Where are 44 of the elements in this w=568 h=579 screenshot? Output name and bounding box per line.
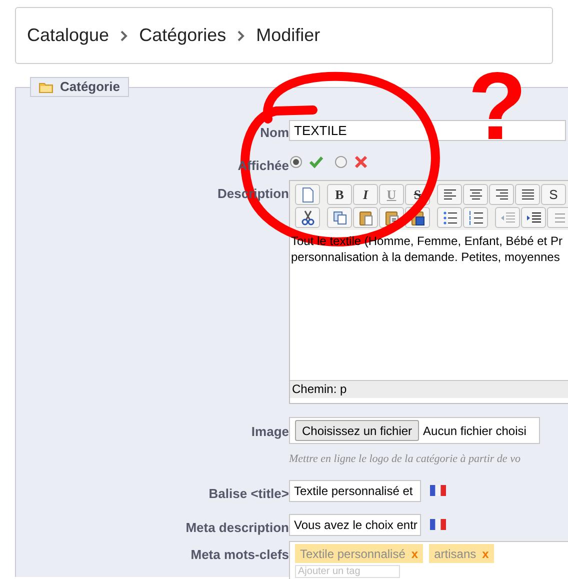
text-line: personnalisation à la demande. Petites, moyennes bbox=[291, 249, 560, 265]
radio-button[interactable] bbox=[335, 156, 347, 168]
toolbar-button[interactable]: I bbox=[353, 184, 378, 205]
choose-file-button[interactable]: Choisissez un fichier bbox=[295, 420, 420, 441]
field-label: Meta mots-clefs bbox=[190, 546, 289, 564]
field-label: Meta description bbox=[186, 519, 289, 537]
breadcrumb-item[interactable]: Catégories bbox=[139, 22, 226, 49]
legend-title: Catégorie bbox=[60, 78, 120, 96]
clipboard-icon bbox=[382, 208, 400, 226]
field-label: Image bbox=[251, 423, 289, 441]
tag-label: Textile personnalisé bbox=[300, 546, 406, 562]
toolbar-button[interactable]: S bbox=[541, 184, 566, 205]
file-status: Aucun fichier choisi bbox=[423, 422, 526, 440]
folder-icon bbox=[39, 82, 53, 92]
field-hint: Mettre en ligne le logo de la catégorie à partir de vo bbox=[289, 452, 520, 467]
toolbar-button[interactable] bbox=[489, 184, 514, 205]
breadcrumb-item[interactable]: Catalogue bbox=[27, 22, 110, 49]
toolbar-button[interactable] bbox=[437, 184, 462, 205]
numbered-list-icon bbox=[466, 208, 484, 226]
bullet-list-icon bbox=[440, 208, 458, 226]
breadcrumb-item[interactable]: Modifier bbox=[256, 22, 320, 49]
tag-label: artisans bbox=[434, 546, 476, 562]
toolbar-button[interactable] bbox=[521, 207, 546, 228]
toolbar-button[interactable] bbox=[437, 207, 462, 228]
meta-description-field[interactable]: Vous avez le choix entr bbox=[289, 514, 421, 536]
toolbar-button[interactable] bbox=[295, 207, 320, 228]
cross-icon bbox=[354, 155, 368, 169]
flag-icon bbox=[430, 485, 446, 496]
toolbar-button[interactable] bbox=[463, 207, 488, 228]
radio-button[interactable] bbox=[290, 156, 302, 168]
copy-icon bbox=[330, 208, 348, 226]
field-label: Nom bbox=[260, 124, 289, 142]
file-field[interactable]: Choisissez un fichier Aucun fichier choisi bbox=[289, 417, 540, 444]
chevron-icon bbox=[120, 30, 128, 42]
field-label: Balise <title> bbox=[208, 485, 289, 503]
check-icon bbox=[309, 155, 323, 169]
flag-icon bbox=[430, 519, 446, 530]
toolbar-button[interactable]: B bbox=[327, 184, 352, 205]
toolbar-button[interactable] bbox=[515, 184, 540, 205]
editor-status-path: Chemin: p bbox=[290, 380, 568, 398]
title-field[interactable]: Textile personnalisé et bbox=[289, 480, 421, 502]
chevron-icon bbox=[237, 30, 246, 42]
paste-icon bbox=[356, 208, 374, 226]
toolbar-button[interactable] bbox=[463, 184, 488, 205]
